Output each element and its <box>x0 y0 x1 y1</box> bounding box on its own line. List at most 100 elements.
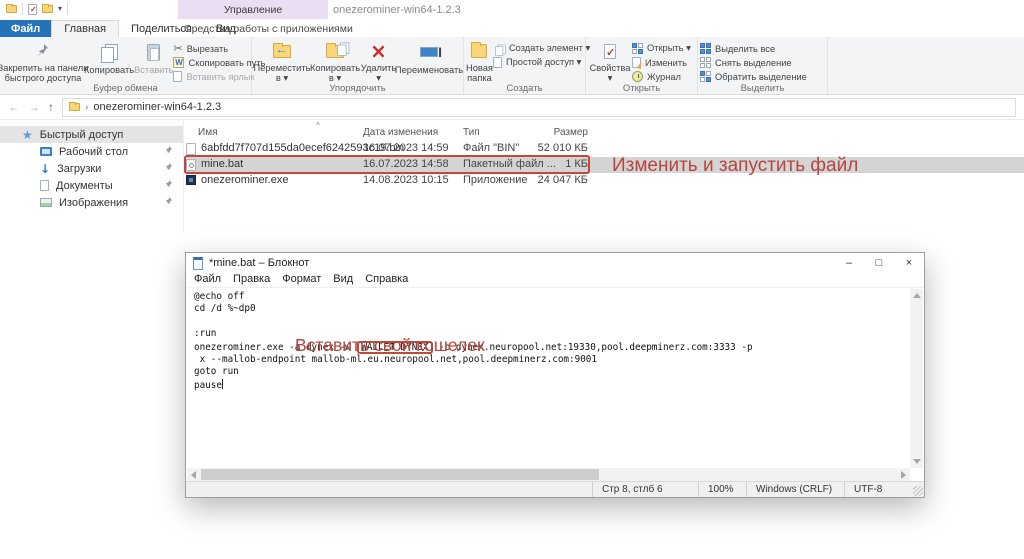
column-header-name[interactable]: Имя <box>198 127 217 138</box>
menu-help[interactable]: Справка <box>359 273 414 287</box>
file-name[interactable]: mine.bat <box>201 158 243 170</box>
forward-icon[interactable]: → <box>28 100 40 114</box>
maximize-button[interactable]: □ <box>864 253 894 273</box>
select-small-buttons: Выделить все Снять выделение Обратить вы… <box>700 39 807 83</box>
sidebar-quick-access-label: Быстрый доступ <box>40 129 124 141</box>
check-icon: ✓ <box>30 5 37 14</box>
menu-view[interactable]: Вид <box>327 273 359 287</box>
star-icon: ★ <box>22 129 33 141</box>
history-button[interactable]: Журнал <box>632 70 691 83</box>
back-icon[interactable]: ← <box>8 100 20 114</box>
new-folder-button[interactable]: Новая папка <box>466 39 493 83</box>
file-row-exe[interactable]: onezerominer.exe 14.08.2023 10:15 Прилож… <box>184 173 1024 189</box>
copy-to-button[interactable]: Копировать в ▾ <box>310 39 360 83</box>
divider <box>22 3 23 15</box>
up-icon[interactable]: ↑ <box>48 100 54 114</box>
sidebar-item-quick-access[interactable]: ★ Быстрый доступ <box>0 126 183 143</box>
easy-access-label: Простой доступ ▾ <box>506 57 581 68</box>
scroll-down-icon[interactable] <box>913 459 921 464</box>
file-list: ^ Имя Дата изменения Тип Размер 6abfdd7f… <box>184 120 1024 233</box>
open-button[interactable]: Открыть ▾ <box>632 42 691 55</box>
tab-app-tools[interactable]: Средства работы с приложениями <box>178 20 359 37</box>
chevron-down-icon[interactable]: ▾ <box>58 5 62 13</box>
new-folder-label2: папка <box>467 73 492 83</box>
text-editor-area[interactable]: @echo off cd /d %~dp0 :run onezerominer.… <box>187 289 910 468</box>
properties-icon: ✓ <box>604 41 616 61</box>
file-date: 14.08.2023 10:15 <box>363 174 449 186</box>
menu-format[interactable]: Формат <box>276 273 327 287</box>
pin-label-line1: Закрепить на панели <box>0 63 88 73</box>
code-line-1: @echo off <box>194 291 244 302</box>
properties-button[interactable]: ✓ Свойства ▾ <box>588 39 632 83</box>
copy-button[interactable]: Копировать <box>84 39 134 83</box>
vertical-scrollbar[interactable] <box>910 289 923 468</box>
edit-button[interactable]: Изменить <box>632 56 691 69</box>
select-none-button[interactable]: Снять выделение <box>700 56 807 69</box>
easy-access-button[interactable]: Простой доступ ▾ <box>493 56 590 69</box>
sidebar-item-label: Документы <box>56 180 113 192</box>
properties-caret: ▾ <box>608 73 613 83</box>
ribbon-group-select: Выделить все Снять выделение Обратить вы… <box>698 37 828 94</box>
column-header-size[interactable]: Размер <box>514 127 588 138</box>
notepad-menubar: Файл Правка Формат Вид Справка <box>186 273 924 288</box>
properties-label: Свойства <box>590 63 631 73</box>
scrollbar-thumb[interactable] <box>201 469 599 480</box>
resize-grip[interactable] <box>913 486 923 496</box>
ribbon-tabs: Файл Главная Поделиться Вид Средства раб… <box>0 20 1024 37</box>
invert-selection-button[interactable]: Обратить выделение <box>700 70 807 83</box>
horizontal-scrollbar[interactable] <box>187 468 910 481</box>
menu-edit[interactable]: Правка <box>227 273 276 287</box>
properties-icon[interactable]: ✓ <box>28 4 37 15</box>
bat-file-icon <box>186 159 196 171</box>
sidebar-item-desktop[interactable]: Рабочий стол <box>0 143 183 160</box>
copy-to-icon <box>326 41 344 61</box>
file-date: 16.07.2023 14:59 <box>363 142 449 154</box>
text-cursor <box>222 379 223 389</box>
select-none-label: Снять выделение <box>715 58 792 68</box>
encoding: UTF-8 <box>844 482 924 497</box>
annotation-insert-wallet: Вставить свой кошелек <box>295 335 485 356</box>
folder-icon[interactable] <box>42 5 53 13</box>
minimize-button[interactable]: – <box>834 253 864 273</box>
file-row-mine-bat[interactable]: mine.bat 16.07.2023 14:58 Пакетный файл … <box>184 157 1024 173</box>
code-line-7: goto run <box>194 366 239 377</box>
breadcrumb[interactable]: onezerominer-win64-1.2.3 <box>93 101 221 113</box>
scroll-right-icon[interactable] <box>901 471 906 479</box>
rename-button[interactable]: Переименовать <box>397 39 461 83</box>
pin-to-quick-access-button[interactable]: Закрепить на панели быстрого доступа <box>2 39 84 83</box>
move-to-button[interactable]: ← Переместить в ▾ <box>254 39 310 83</box>
file-size: 52 010 КБ <box>484 142 588 154</box>
column-header-date[interactable]: Дата изменения <box>363 127 438 138</box>
menu-file[interactable]: Файл <box>186 273 227 287</box>
tab-home[interactable]: Главная <box>51 20 119 37</box>
notepad-titlebar[interactable]: *mine.bat – Блокнот – □ × <box>186 253 924 273</box>
file-name[interactable]: onezerominer.exe <box>201 174 288 186</box>
zoom-level[interactable]: 100% <box>698 482 746 497</box>
delete-button[interactable]: × Удалить ▾ <box>360 39 397 83</box>
folder-icon <box>69 103 80 111</box>
sidebar-item-pictures[interactable]: Изображения <box>0 194 183 211</box>
manage-ribbon-tab[interactable]: Управление <box>178 0 328 19</box>
cursor-position: Стр 8, стлб 6 <box>592 482 698 497</box>
select-all-button[interactable]: Выделить все <box>700 42 807 55</box>
new-item-button[interactable]: Создать элемент ▾ <box>493 42 590 55</box>
scroll-left-icon[interactable] <box>191 471 196 479</box>
move-to-icon: ← <box>273 41 291 61</box>
select-none-icon <box>700 57 711 68</box>
column-header-type[interactable]: Тип <box>463 127 480 138</box>
sidebar-item-documents[interactable]: Документы <box>0 177 183 194</box>
paste-button[interactable]: Вставить <box>134 39 173 83</box>
ribbon-group-organize: ← Переместить в ▾ Копировать в ▾ × Удали… <box>252 37 464 94</box>
close-button[interactable]: × <box>894 253 924 273</box>
divider <box>67 3 68 15</box>
paste-icon <box>147 41 160 63</box>
shortcut-icon <box>173 71 182 82</box>
copy-to-label2: в ▾ <box>329 73 341 83</box>
file-row-bin[interactable]: 6abfdd7f707d155da0ecef6242593c19.bin 16.… <box>184 141 1024 157</box>
address-input[interactable]: › onezerominer-win64-1.2.3 <box>62 98 1016 117</box>
folder-icon[interactable] <box>6 5 17 13</box>
scroll-up-icon[interactable] <box>913 293 921 298</box>
tab-file[interactable]: Файл <box>0 20 51 37</box>
open-small-buttons: Открыть ▾ Изменить Журнал <box>632 39 691 83</box>
sidebar-item-downloads[interactable]: ↓ Загрузки <box>0 160 183 177</box>
